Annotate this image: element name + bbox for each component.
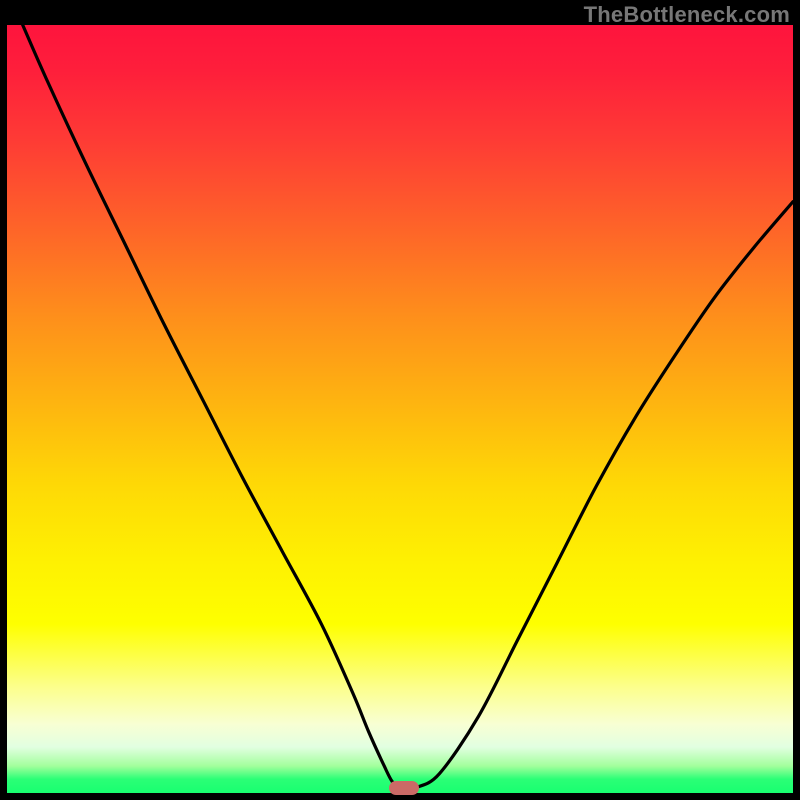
plot-area [7,25,793,793]
background-gradient [7,25,793,793]
watermark-text: TheBottleneck.com [584,2,790,28]
plot-frame [7,25,793,793]
optimal-point-marker [389,781,419,795]
chart-container: TheBottleneck.com [0,0,800,800]
